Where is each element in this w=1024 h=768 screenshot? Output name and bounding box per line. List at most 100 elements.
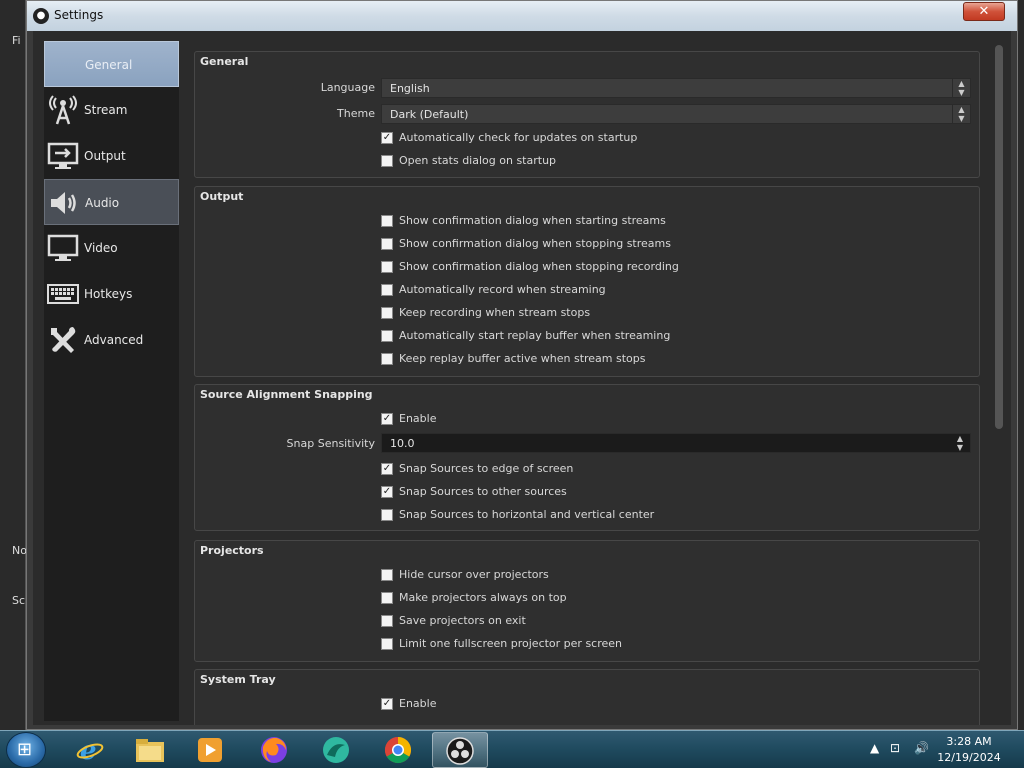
windows-logo-icon: ⊞	[17, 739, 33, 760]
background-label: Fi	[12, 34, 21, 47]
background-window-edge	[1018, 0, 1024, 730]
background-obs-window: Fi No Sc	[0, 0, 27, 730]
output-monitor-icon	[47, 142, 79, 169]
theme-label: Theme	[337, 107, 375, 120]
checkbox-box[interactable]: ✓	[381, 486, 393, 498]
dialog-client: General Stream Output Audio Video Hotkey…	[33, 31, 1011, 725]
close-button[interactable]: ✕	[963, 2, 1005, 21]
group-title: Projectors	[200, 544, 264, 557]
checkbox-label: Show confirmation dialog when stopping s…	[399, 237, 671, 250]
checkbox-label: Make projectors always on top	[399, 591, 567, 604]
background-label: No	[12, 544, 27, 557]
checkbox-box[interactable]	[381, 330, 393, 342]
nav-item-video[interactable]: Video	[44, 225, 179, 271]
checkbox-box[interactable]	[381, 509, 393, 521]
app-icon[interactable]	[308, 732, 364, 768]
nav-item-label: Stream	[84, 103, 128, 117]
checkbox-label: Enable	[399, 412, 437, 425]
checkbox-box[interactable]	[381, 569, 393, 581]
system-tray: ▲ ⊡ 🔊 3:28 AM 12/19/2024	[864, 731, 1024, 768]
checkbox-box[interactable]: ✓	[381, 698, 393, 710]
snap-sensitivity-spinbox[interactable]: 10.0 ▲ ▼	[381, 433, 971, 453]
nav-item-stream[interactable]: Stream	[44, 87, 179, 133]
checkbox-label: Keep recording when stream stops	[399, 306, 591, 319]
taskbar: ⊞ e ▲ ⊡ 🔊 3:28 AM 12/19/2024	[0, 730, 1024, 768]
checkbox-label: Automatically start replay buffer when s…	[399, 329, 671, 342]
language-select[interactable]: English ▲ ▼	[381, 78, 971, 98]
nav-item-audio[interactable]: Audio	[44, 179, 179, 225]
checkbox-box[interactable]	[381, 284, 393, 296]
clock-time: 3:28 AM	[946, 735, 992, 748]
checkbox-box[interactable]	[381, 238, 393, 250]
spin-arrows-icon[interactable]: ▲ ▼	[952, 434, 968, 452]
checkbox-label: Save projectors on exit	[399, 614, 526, 627]
settings-content: General Language English ▲ ▼ Theme Dark (…	[193, 49, 993, 725]
internet-explorer-icon[interactable]: e	[62, 732, 118, 768]
group-title: System Tray	[200, 673, 276, 686]
checkbox-box[interactable]	[381, 307, 393, 319]
updown-arrow-icon: ▲ ▼	[952, 79, 970, 97]
group-title: Output	[200, 190, 244, 203]
nav-item-advanced[interactable]: Advanced	[44, 317, 179, 363]
checkbox-label: Enable	[399, 697, 437, 710]
window-title: Settings	[54, 8, 104, 22]
clock-date: 12/19/2024	[937, 751, 1001, 764]
checkbox-label: Show confirmation dialog when starting s…	[399, 214, 666, 227]
checkbox-box[interactable]: ✓	[381, 413, 393, 425]
tools-icon	[51, 327, 76, 353]
general-group: General Language English ▲ ▼ Theme Dark (…	[194, 51, 980, 178]
file-explorer-icon[interactable]	[122, 732, 178, 768]
media-player-icon[interactable]	[182, 732, 238, 768]
checkbox-box[interactable]: ✓	[381, 132, 393, 144]
checkbox-label: Hide cursor over projectors	[399, 568, 549, 581]
checkbox-label: Show confirmation dialog when stopping r…	[399, 260, 679, 273]
checkbox-label: Limit one fullscreen projector per scree…	[399, 637, 623, 650]
obs-icon[interactable]	[432, 732, 488, 768]
snap-sensitivity-value: 10.0	[390, 437, 415, 450]
checkbox-box[interactable]	[381, 592, 393, 604]
nav-item-hotkeys[interactable]: Hotkeys	[44, 271, 179, 317]
firefox-icon[interactable]	[246, 732, 302, 768]
checkbox-label: Snap Sources to other sources	[399, 485, 567, 498]
nav-item-label: Advanced	[84, 333, 144, 347]
content-scrollbar[interactable]	[993, 43, 1005, 719]
checkbox-box[interactable]	[381, 155, 393, 167]
language-label: Language	[320, 81, 375, 94]
checkbox-label: Automatically record when streaming	[399, 283, 606, 296]
checkbox-box[interactable]	[381, 615, 393, 627]
snapping-group: Source Alignment Snapping ✓ Enable Snap S…	[194, 384, 980, 531]
nav-item-label: General	[85, 58, 133, 72]
chrome-icon[interactable]	[370, 732, 426, 768]
theme-value: Dark (Default)	[390, 108, 469, 121]
checkbox-box[interactable]	[381, 638, 393, 650]
checkbox-box[interactable]	[381, 215, 393, 227]
scrollbar-thumb[interactable]	[995, 45, 1003, 429]
checkbox-box[interactable]: ✓	[381, 463, 393, 475]
nav-item-label: Video	[84, 241, 118, 255]
checkbox-box[interactable]	[381, 353, 393, 365]
checkbox-label: Snap Sources to edge of screen	[399, 462, 574, 475]
svg-text:e: e	[80, 736, 97, 765]
theme-select[interactable]: Dark (Default) ▲ ▼	[381, 104, 971, 124]
network-icon[interactable]: ⊡	[890, 741, 900, 755]
nav-item-output[interactable]: Output	[44, 133, 179, 179]
checkbox-label: Keep replay buffer active when stream st…	[399, 352, 646, 365]
nav-item-label: Output	[84, 149, 126, 163]
checkbox-label: Open stats dialog on startup	[399, 154, 557, 167]
checkbox-label: Automatically check for updates on start…	[399, 131, 638, 144]
output-group: Output Show confirmation dialog when sta…	[194, 186, 980, 377]
group-title: General	[200, 55, 249, 68]
start-button[interactable]: ⊞	[6, 732, 46, 768]
language-value: English	[390, 82, 430, 95]
clock[interactable]: 3:28 AM 12/19/2024	[934, 734, 1004, 766]
checkbox-box[interactable]	[381, 261, 393, 273]
settings-nav: General Stream Output Audio Video Hotkey…	[44, 41, 179, 721]
keyboard-icon	[47, 284, 79, 304]
volume-icon[interactable]: 🔊	[914, 741, 929, 755]
system-tray-group: System Tray ✓ Enable	[194, 669, 980, 725]
show-hidden-icons-icon[interactable]: ▲	[870, 741, 879, 755]
nav-item-label: Hotkeys	[84, 287, 133, 301]
title-bar[interactable]: ● Settings ✕	[27, 1, 1017, 31]
background-label: Sc	[12, 594, 26, 607]
nav-item-general[interactable]: General	[44, 41, 179, 87]
